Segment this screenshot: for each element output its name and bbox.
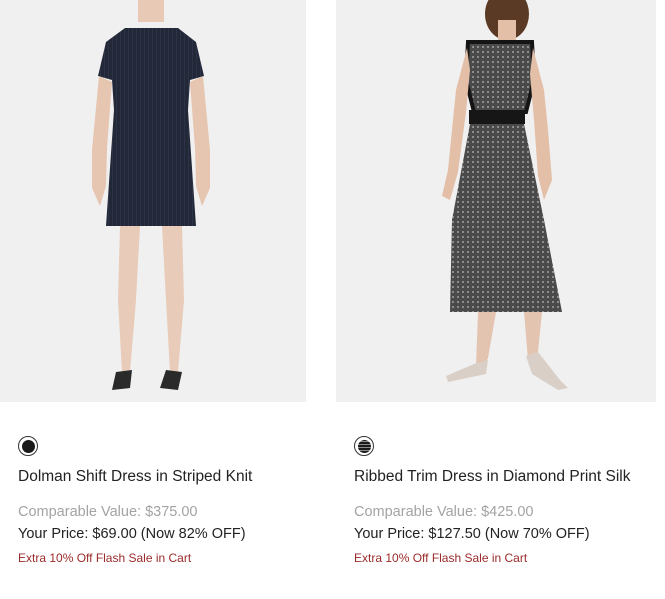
model-dress-illustration	[442, 0, 568, 390]
product-grid: Dolman Shift Dress in Striped Knit Compa…	[0, 0, 665, 599]
product-image[interactable]	[336, 0, 656, 402]
comparable-value: Comparable Value: $375.00	[18, 504, 198, 520]
product-card[interactable]: Dolman Shift Dress in Striped Knit Compa…	[0, 0, 306, 566]
swatch-color-fill	[357, 439, 371, 453]
product-image[interactable]	[0, 0, 306, 402]
promo-text: Extra 10% Off Flash Sale in Cart	[354, 551, 528, 565]
your-price: Your Price: $69.00 (Now 82% OFF)	[18, 526, 246, 542]
product-card[interactable]: Ribbed Trim Dress in Diamond Print Silk …	[336, 0, 656, 566]
color-swatch[interactable]	[18, 436, 38, 456]
product-name[interactable]: Ribbed Trim Dress in Diamond Print Silk	[354, 466, 638, 488]
model-dress-illustration	[92, 0, 210, 390]
promo-text: Extra 10% Off Flash Sale in Cart	[18, 551, 192, 565]
swatch-color-fill	[21, 439, 35, 453]
color-swatch[interactable]	[354, 436, 374, 456]
product-name[interactable]: Dolman Shift Dress in Striped Knit	[18, 466, 288, 488]
your-price: Your Price: $127.50 (Now 70% OFF)	[354, 526, 590, 542]
comparable-value: Comparable Value: $425.00	[354, 504, 534, 520]
